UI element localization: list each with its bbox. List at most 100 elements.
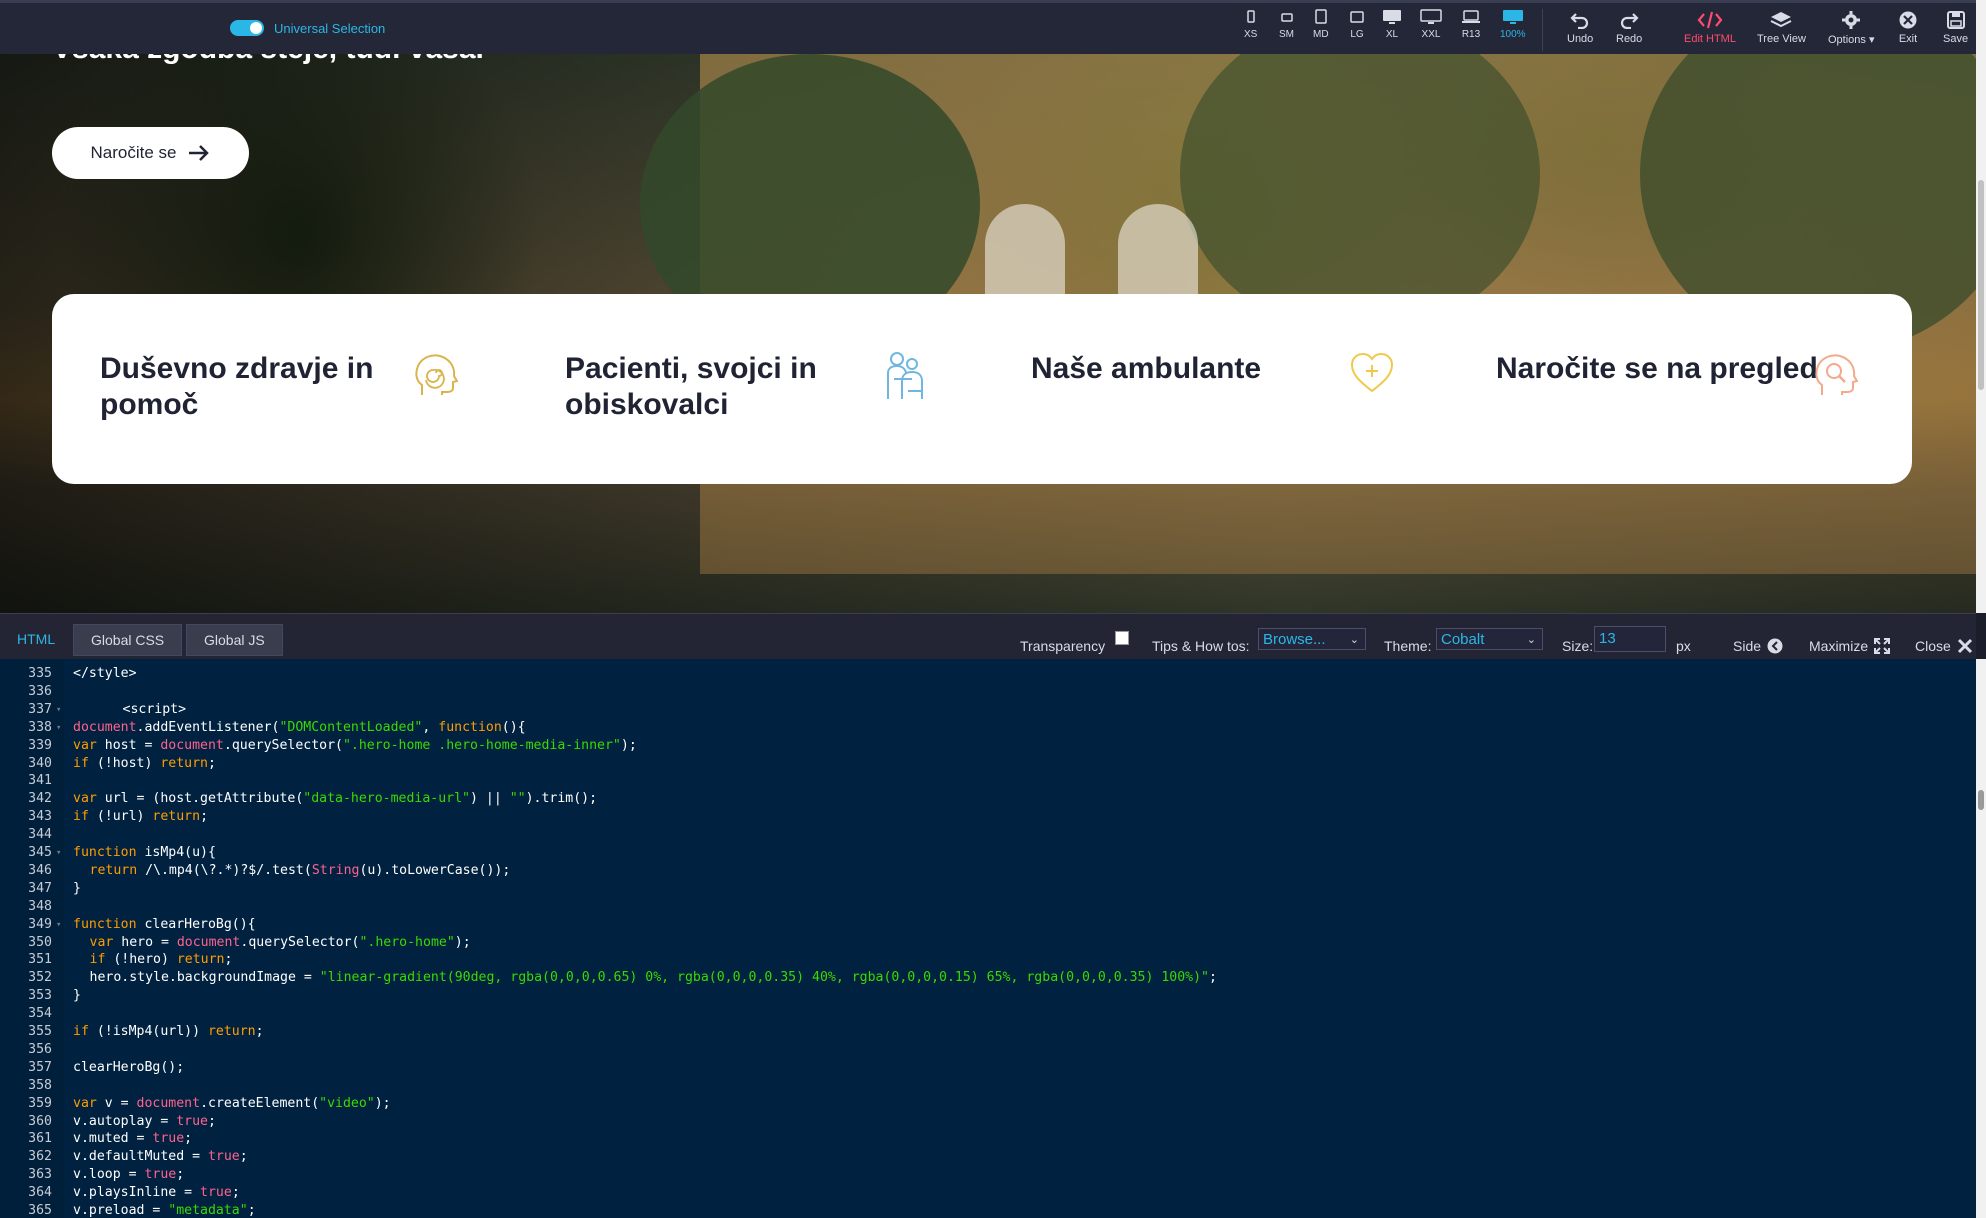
tablet-landscape-icon — [1350, 11, 1364, 23]
theme-select-value: Cobalt — [1441, 631, 1485, 648]
code-line: v.defaultMuted = true; — [73, 1149, 248, 1165]
laptop-icon — [1462, 10, 1480, 23]
code-line: var hero = document.querySelector(".hero… — [89, 934, 471, 950]
font-size-input[interactable]: 13 — [1594, 626, 1666, 652]
device-xs-label: XS — [1244, 29, 1258, 40]
code-line: var host = document.querySelector(".hero… — [73, 737, 637, 753]
line-number: 349 — [28, 916, 52, 932]
line-number: 343 — [28, 809, 52, 825]
monitor-active-icon — [1502, 10, 1523, 24]
quick-link-title: Duševno zdravje in pomoč — [100, 352, 374, 421]
quick-link-card[interactable]: Naročite se na pregled — [1496, 351, 1916, 395]
line-number: 350 — [28, 934, 52, 950]
line-number: 364 — [28, 1185, 52, 1201]
device-sm-button[interactable]: SM — [1279, 9, 1294, 40]
line-number: 358 — [28, 1077, 52, 1093]
device-xl-button[interactable]: XL — [1382, 9, 1402, 40]
monitor-wide-icon — [1420, 9, 1442, 24]
line-number: 337 — [28, 701, 52, 717]
fold-toggle-icon[interactable]: ▾ — [56, 723, 61, 733]
code-line: </style> — [73, 666, 137, 681]
gear-icon — [1842, 11, 1861, 29]
phone-landscape-icon — [1280, 13, 1293, 22]
tips-select[interactable]: Browse... ⌄ — [1258, 628, 1366, 650]
fold-toggle-icon[interactable]: ▾ — [56, 848, 61, 858]
maximize-button[interactable]: Maximize — [1809, 638, 1891, 654]
line-number: 338 — [28, 719, 52, 735]
line-number: 335 — [28, 666, 52, 681]
options-button[interactable]: Options ▾ — [1828, 11, 1875, 46]
tips-label: Tips & How tos: — [1152, 638, 1250, 654]
line-number: 355 — [28, 1024, 52, 1039]
device-lg-button[interactable]: LG — [1349, 9, 1365, 40]
preview-scrollbar-thumb[interactable] — [1978, 180, 1984, 390]
people-hug-icon — [887, 352, 923, 399]
transparency-label: Transparency — [1020, 638, 1106, 654]
code-scrollbar[interactable] — [1976, 659, 1986, 1218]
code-line: v.autoplay = true; — [73, 1113, 216, 1129]
close-circle-icon — [1899, 11, 1917, 29]
line-number: 360 — [28, 1113, 52, 1129]
code-line: if (!isMp4(url)) return; — [73, 1024, 264, 1039]
line-number: 356 — [28, 1041, 52, 1057]
device-xl-label: XL — [1385, 29, 1399, 40]
quick-link-card[interactable]: Duševno zdravje in pomoč — [100, 351, 520, 423]
undo-button[interactable]: Undo — [1567, 11, 1593, 45]
tips-select-value: Browse... — [1263, 631, 1326, 648]
redo-button[interactable]: Redo — [1616, 11, 1642, 45]
device-r13-button[interactable]: R13 — [1461, 9, 1481, 40]
toggle-switch[interactable] — [230, 20, 264, 36]
code-line: if (!hero) return; — [89, 952, 233, 968]
phone-icon — [1246, 10, 1255, 23]
line-number: 361 — [28, 1131, 52, 1147]
exit-button[interactable]: Exit — [1898, 11, 1918, 45]
code-line: <script> — [122, 701, 187, 717]
redo-label: Redo — [1616, 33, 1643, 45]
tab-global-js[interactable]: Global JS — [186, 624, 283, 656]
device-xxl-label: XXL — [1421, 29, 1441, 40]
book-appointment-button[interactable]: Naročite se — [52, 127, 249, 179]
fold-toggle-icon[interactable]: ▾ — [56, 920, 61, 930]
editor-toolbar: Universal Selection XS SM MD LG XL XXL R… — [0, 0, 1976, 54]
scrollbar-corner — [1976, 0, 1986, 54]
line-number: 340 — [28, 755, 52, 771]
line-number: 346 — [28, 862, 52, 878]
code-editor[interactable]: 335 </style> 336 337 ▾ <script> 338 ▾ document.a… — [0, 659, 1976, 1218]
close-editor-button[interactable]: Close — [1915, 638, 1973, 654]
line-number: 339 — [28, 737, 52, 753]
device-100-button[interactable]: 100% — [1500, 9, 1526, 40]
edit-html-label: Edit HTML — [1684, 33, 1736, 45]
exit-label: Exit — [1898, 33, 1918, 45]
side-button[interactable]: Side — [1733, 638, 1783, 654]
hero-title: Vsaka zgodba šteje, tudi vaša. — [52, 54, 484, 66]
device-xxl-button[interactable]: XXL — [1420, 9, 1442, 40]
code-line: var v = document.createElement("video"); — [73, 1095, 391, 1111]
quick-link-title: Naše ambulante — [1031, 352, 1262, 385]
code-line: if (!url) return; — [73, 809, 209, 825]
website-preview: Vsaka zgodba šteje, tudi vaša. Naročite … — [0, 54, 1976, 613]
save-button[interactable]: Save — [1943, 11, 1968, 45]
tab-global-css[interactable]: Global CSS — [73, 624, 183, 656]
universal-selection-toggle[interactable]: Universal Selection — [230, 20, 385, 36]
line-number: 359 — [28, 1095, 52, 1111]
quick-link-card[interactable]: Naše ambulante — [1031, 351, 1451, 393]
edit-html-button[interactable]: Edit HTML — [1684, 11, 1736, 45]
quick-link-card[interactable]: Pacienti, svojci in obiskovalci — [565, 351, 985, 423]
tab-html[interactable]: HTML — [0, 624, 72, 654]
device-xs-button[interactable]: XS — [1244, 9, 1257, 40]
arrow-left-circle-icon — [1767, 638, 1783, 654]
size-unit: px — [1676, 638, 1691, 654]
fold-toggle-icon[interactable]: ▾ — [56, 705, 61, 715]
book-appointment-label: Naročite se — [90, 143, 177, 162]
device-md-button[interactable]: MD — [1313, 9, 1329, 40]
code-line: return /\.mp4(\?.*)?$/.test(String(u).to… — [89, 862, 511, 878]
code-line: v.loop = true; — [73, 1167, 185, 1183]
code-icon — [1697, 11, 1723, 29]
transparency-checkbox[interactable] — [1115, 631, 1129, 645]
theme-select[interactable]: Cobalt ⌄ — [1436, 628, 1543, 650]
code-scrollbar-thumb[interactable] — [1978, 790, 1984, 810]
toolbar-divider — [1542, 9, 1543, 51]
line-number: 344 — [28, 827, 52, 843]
tree-view-button[interactable]: Tree View — [1757, 11, 1806, 45]
code-line: } — [73, 880, 81, 896]
